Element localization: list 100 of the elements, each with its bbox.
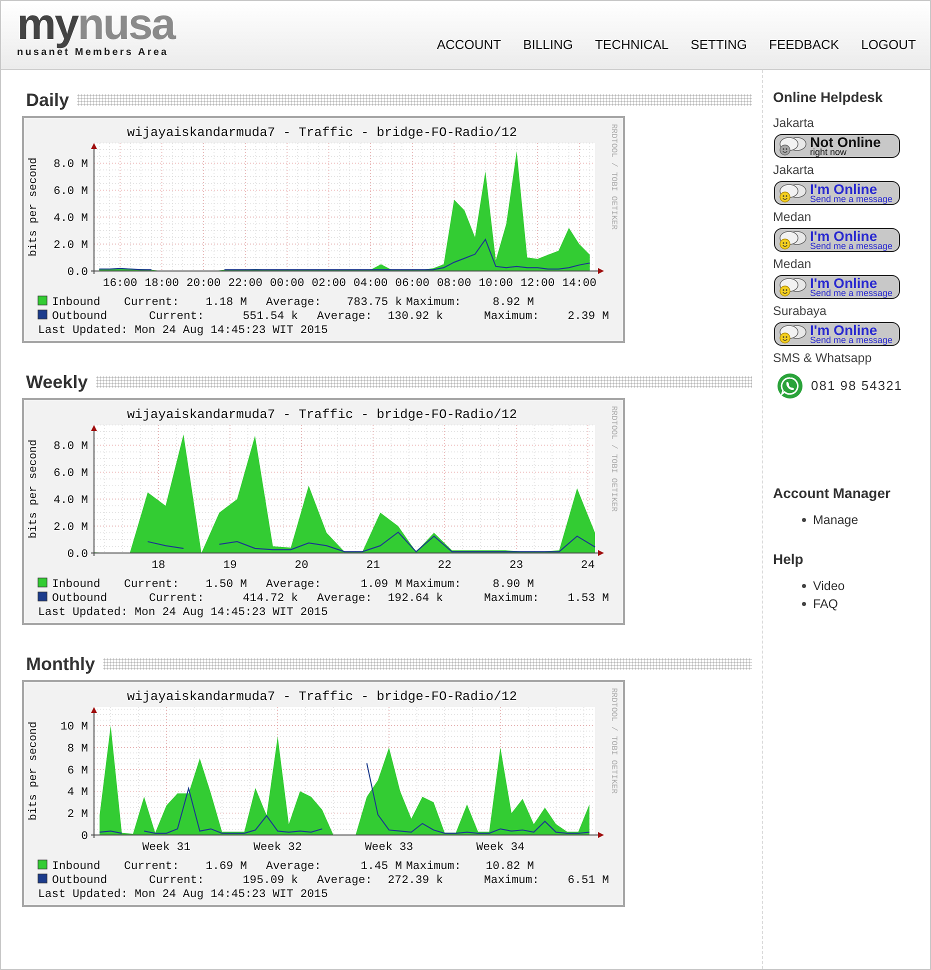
tick-label: 19 bbox=[223, 559, 237, 572]
chat-smiley-icon bbox=[778, 277, 808, 297]
sidebar-heading: Help bbox=[773, 550, 804, 569]
nav-link[interactable]: LOGOUT bbox=[861, 37, 916, 53]
stat-label: Maximum: bbox=[484, 310, 540, 323]
nav-link[interactable]: SETTING bbox=[690, 37, 748, 53]
tick-label: 6.0 M bbox=[53, 467, 88, 480]
tick-label: 08:00 bbox=[436, 277, 472, 290]
sidebar-link[interactable]: Video bbox=[813, 577, 845, 595]
stat-value: 1.09 M bbox=[360, 578, 402, 591]
stat-label: Current: bbox=[124, 860, 180, 873]
stat-value: 783.75 k bbox=[346, 296, 402, 309]
stat-label: Maximum: bbox=[406, 296, 462, 309]
legend-label: Inbound bbox=[52, 578, 100, 591]
tick-label: 0 bbox=[81, 830, 88, 843]
location-label: Jakarta bbox=[773, 162, 815, 178]
tick-label: 12:00 bbox=[520, 277, 555, 290]
axis-label: bits per second bbox=[28, 721, 40, 821]
legend-label: Outbound bbox=[52, 592, 108, 605]
stat-label: Average: bbox=[266, 860, 322, 873]
stat-label: Average: bbox=[317, 592, 372, 605]
tick-label: 8.0 M bbox=[53, 158, 88, 172]
tick-label: 23 bbox=[509, 559, 524, 572]
stat-value: 551.54 k bbox=[242, 310, 298, 323]
stat-value: 1.69 M bbox=[206, 860, 247, 873]
location-label: Medan bbox=[773, 209, 812, 225]
stat-value: 2.39 M bbox=[568, 310, 609, 323]
tick-label: 10:00 bbox=[478, 277, 514, 290]
tick-label: 16:00 bbox=[102, 277, 138, 290]
chat-status-button[interactable]: I'm Online Send me a message bbox=[774, 322, 900, 346]
sidebar-heading: Account Manager bbox=[773, 484, 892, 503]
nav-link[interactable]: FEEDBACK bbox=[769, 37, 840, 53]
bullet-icon bbox=[802, 602, 806, 606]
tick-label: 4 M bbox=[67, 786, 88, 800]
logo-tagline: nusanet Members Area bbox=[17, 47, 170, 60]
stat-value: 8.92 M bbox=[492, 296, 534, 309]
tick-label: Week 33 bbox=[364, 841, 414, 854]
tick-label: 6 M bbox=[67, 764, 88, 778]
stat-value: 1.50 M bbox=[206, 578, 247, 591]
updated-text: Last Updated: Mon 24 Aug 14:45:23 WIT 2015 bbox=[38, 606, 328, 619]
tick-label: 8.0 M bbox=[53, 440, 88, 454]
tick-label: 22 bbox=[438, 559, 452, 572]
tick-label: 20:00 bbox=[186, 277, 221, 290]
tick-label: 2.0 M bbox=[53, 239, 88, 252]
tick-label: 10 M bbox=[60, 720, 88, 734]
nav-link[interactable]: BILLING bbox=[523, 37, 573, 53]
chart-title: wijayaiskandarmuda7 - Traffic - bridge-FO-Radio/12 bbox=[126, 125, 518, 140]
phone-number: 081 98 54321 bbox=[811, 377, 903, 396]
chart-title: wijayaiskandarmuda7 - Traffic - bridge-FO-Radio/12 bbox=[126, 407, 518, 422]
tick-label: 4.0 M bbox=[53, 212, 88, 226]
section-heading: Daily bbox=[26, 89, 70, 111]
stat-label: Average: bbox=[266, 578, 322, 591]
chat-status-button[interactable]: I'm Online Send me a message bbox=[774, 228, 900, 252]
nav-link[interactable]: TECHNICAL bbox=[594, 37, 669, 53]
updated-text: Last Updated: Mon 24 Aug 14:45:23 WIT 2015 bbox=[38, 324, 328, 337]
tick-label: Week 31 bbox=[142, 841, 191, 854]
legend-label: Inbound bbox=[52, 296, 100, 309]
chat-status-button[interactable]: I'm Online Send me a message bbox=[774, 275, 900, 299]
nav-link[interactable]: ACCOUNT bbox=[436, 37, 502, 53]
contact-label: SMS & Whatsapp bbox=[773, 350, 873, 366]
chat-status-button[interactable]: Not Online right now bbox=[774, 134, 900, 158]
chart-title: wijayaiskandarmuda7 - Traffic - bridge-FO-Radio/12 bbox=[126, 689, 518, 704]
stat-value: 192.64 k bbox=[388, 592, 443, 605]
stat-value: 1.53 M bbox=[568, 592, 609, 605]
stat-value: 195.09 k bbox=[242, 874, 298, 887]
tick-label: 00:00 bbox=[270, 277, 304, 290]
tick-label: 2.0 M bbox=[53, 521, 88, 534]
tick-label: 18 bbox=[152, 559, 166, 572]
axis-label: bits per second bbox=[28, 157, 40, 257]
stat-label: Average: bbox=[317, 310, 372, 323]
bullet-icon bbox=[802, 518, 806, 522]
sidebar-link[interactable]: Manage bbox=[813, 511, 858, 529]
chat-smiley-icon bbox=[778, 183, 808, 203]
tick-label: 22:00 bbox=[228, 277, 263, 290]
chat-status-button[interactable]: I'm Online Send me a message bbox=[774, 181, 900, 205]
location-label: Medan bbox=[773, 256, 812, 272]
tick-label: 0.0 bbox=[67, 266, 88, 279]
stat-value: 272.39 k bbox=[388, 874, 443, 887]
tick-label: 04:00 bbox=[353, 277, 388, 290]
legend-label: Inbound bbox=[52, 860, 100, 873]
stat-label: Maximum: bbox=[484, 592, 540, 605]
tick-label: 0.0 bbox=[67, 548, 88, 561]
stat-label: Current: bbox=[124, 296, 180, 309]
tick-label: 20 bbox=[294, 559, 308, 572]
location-label: Surabaya bbox=[773, 303, 828, 319]
updated-text: Last Updated: Mon 24 Aug 14:45:23 WIT 2015 bbox=[38, 888, 328, 901]
tick-label: 21 bbox=[366, 559, 380, 572]
tick-label: 8 M bbox=[67, 742, 88, 756]
stat-label: Current: bbox=[149, 592, 204, 605]
tick-label: 24 bbox=[580, 559, 595, 572]
tick-label: 06:00 bbox=[395, 277, 430, 290]
axis-label: bits per second bbox=[28, 439, 40, 539]
sidebar-link[interactable]: FAQ bbox=[813, 595, 838, 613]
stat-label: Current: bbox=[124, 578, 180, 591]
stat-value: 130.92 k bbox=[388, 310, 443, 323]
tick-label: 02:00 bbox=[312, 277, 346, 290]
stat-value: 1.18 M bbox=[206, 296, 247, 309]
stat-label: Average: bbox=[266, 296, 322, 309]
tick-label: 4.0 M bbox=[53, 494, 88, 508]
chat-smiley-icon bbox=[778, 324, 808, 344]
